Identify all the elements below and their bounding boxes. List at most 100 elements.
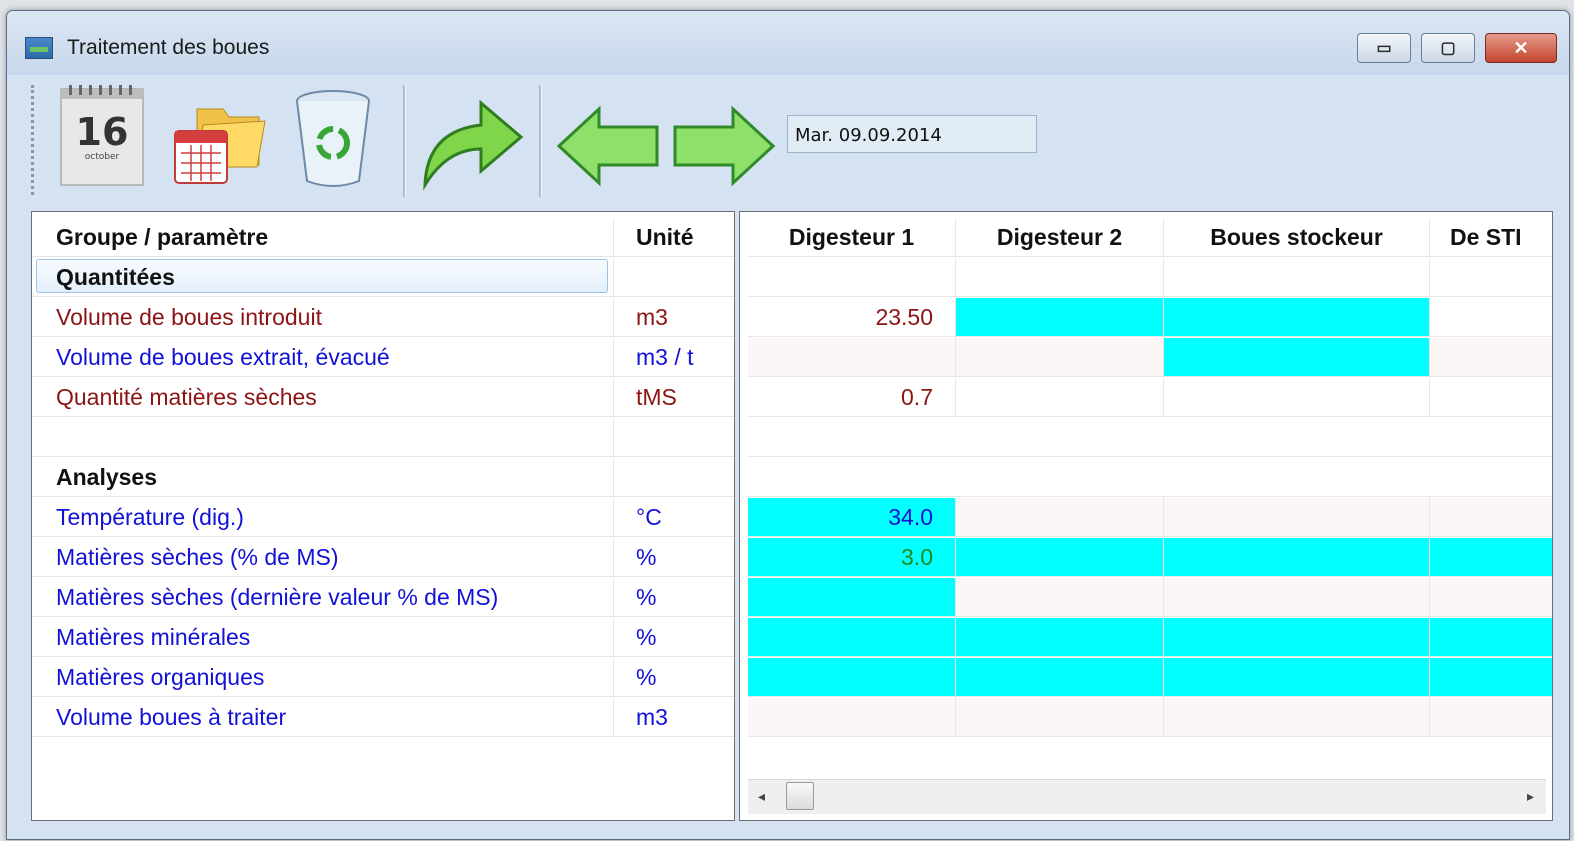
table-row[interactable]: Matières sèches (dernière valeur % de MS… [32, 578, 734, 618]
value-cell[interactable] [956, 378, 1164, 417]
value-cell[interactable] [1164, 698, 1430, 737]
forward-arrow-icon [423, 99, 524, 191]
param-label: Température (dig.) [32, 498, 614, 537]
group-unit [614, 258, 734, 297]
calendar-day: 16 [76, 110, 129, 154]
value-cell [748, 458, 956, 497]
param-label: Volume boues à traiter [32, 698, 614, 737]
open-folder-calendar-icon [174, 108, 266, 184]
value-cell[interactable] [1430, 578, 1552, 617]
table-row[interactable]: Matières sèches (% de MS) % [32, 538, 734, 578]
values-row [740, 658, 1552, 698]
value-cell[interactable] [1430, 698, 1552, 737]
table-row[interactable]: Volume boues à traiter m3 [32, 698, 734, 738]
table-row[interactable]: Volume de boues extrait, évacué m3 / t [32, 338, 734, 378]
value-cell [956, 458, 1164, 497]
calendar-button[interactable]: 16 october [55, 83, 147, 187]
header-param[interactable]: Groupe / paramètre [32, 218, 614, 257]
param-label: Volume de boues introduit [32, 298, 614, 337]
value-cell[interactable] [1164, 538, 1430, 577]
value-cell[interactable] [748, 618, 956, 657]
value-cell[interactable]: 23.50 [748, 298, 956, 337]
group-label: Quantitées [32, 258, 614, 297]
column-header-digesteur-2[interactable]: Digesteur 2 [956, 218, 1164, 257]
table-row[interactable]: Quantité matières sèches tMS [32, 378, 734, 418]
value-cell[interactable] [1164, 258, 1430, 297]
column-header-de-sti[interactable]: De STI [1430, 218, 1552, 257]
app-icon [25, 37, 53, 59]
value-cell[interactable] [1430, 498, 1552, 537]
header-unit[interactable]: Unité [614, 218, 734, 257]
value-cell[interactable] [1430, 618, 1552, 657]
column-header-boues-stockeur[interactable]: Boues stockeur [1164, 218, 1430, 257]
parameter-grid: Groupe / paramètre Unité Quantitées Volu… [31, 211, 735, 821]
previous-arrow-icon [556, 105, 659, 187]
toolbar-grip[interactable] [31, 85, 34, 195]
next-button[interactable] [671, 105, 776, 187]
value-cell[interactable]: 0.7 [748, 378, 956, 417]
param-unit: % [614, 658, 734, 697]
value-cell[interactable] [1164, 658, 1430, 697]
value-cell[interactable] [1164, 498, 1430, 537]
value-cell[interactable] [748, 258, 956, 297]
value-cell[interactable] [1430, 378, 1552, 417]
close-button[interactable]: ✕ [1485, 33, 1557, 63]
previous-button[interactable] [556, 105, 661, 187]
table-row[interactable]: Matières organiques % [32, 658, 734, 698]
open-button[interactable] [167, 91, 267, 191]
param-unit: m3 [614, 298, 734, 337]
delete-button[interactable] [291, 87, 375, 191]
value-cell[interactable] [1164, 578, 1430, 617]
maximize-button[interactable]: ▢ [1421, 33, 1475, 63]
minimize-button[interactable]: ▭ [1357, 33, 1411, 63]
value-cell[interactable] [1430, 258, 1552, 297]
group-row-analyses[interactable]: Analyses [32, 458, 734, 498]
toolbar-separator-2 [539, 85, 542, 197]
horizontal-scrollbar[interactable]: ◂ ▸ [748, 779, 1546, 814]
title-bar: Traitement des boues ▭ ▢ ✕ [7, 11, 1569, 75]
value-cell[interactable] [956, 698, 1164, 737]
value-cell[interactable] [1164, 378, 1430, 417]
value-cell[interactable] [956, 658, 1164, 697]
date-field[interactable]: Mar. 09.09.2014 [787, 115, 1037, 153]
value-cell[interactable] [1164, 338, 1430, 377]
value-cell[interactable] [748, 338, 956, 377]
value-cell[interactable] [956, 338, 1164, 377]
table-row[interactable]: Température (dig.) °C [32, 498, 734, 538]
value-cell[interactable] [748, 658, 956, 697]
forward-button[interactable] [417, 91, 527, 191]
values-row [740, 698, 1552, 738]
group-row-quantitees[interactable]: Quantitées [32, 258, 734, 298]
value-cell[interactable] [956, 258, 1164, 297]
value-cell[interactable] [956, 618, 1164, 657]
scroll-right-icon[interactable]: ▸ [1527, 788, 1534, 805]
values-header: Digesteur 1 Digesteur 2 Boues stockeur D… [740, 218, 1552, 258]
value-cell[interactable] [1430, 658, 1552, 697]
group-unit [614, 458, 734, 497]
value-cell [1164, 418, 1430, 457]
value-cell[interactable] [956, 298, 1164, 337]
value-cell[interactable] [1430, 338, 1552, 377]
param-unit: °C [614, 498, 734, 537]
value-cell[interactable] [956, 538, 1164, 577]
toolbar-separator [403, 85, 406, 197]
window-title: Traitement des boues [67, 36, 270, 59]
value-cell[interactable]: 3.0 [748, 538, 956, 577]
scroll-thumb[interactable] [786, 782, 814, 810]
value-cell[interactable] [956, 578, 1164, 617]
param-label: Matières minérales [32, 618, 614, 657]
table-row[interactable]: Matières minérales % [32, 618, 734, 658]
table-row[interactable]: Volume de boues introduit m3 [32, 298, 734, 338]
value-cell[interactable] [748, 578, 956, 617]
scroll-left-icon[interactable]: ◂ [758, 788, 765, 805]
next-arrow-icon [673, 105, 776, 187]
column-header-digesteur-1[interactable]: Digesteur 1 [748, 218, 956, 257]
blank-row [32, 418, 734, 458]
value-cell[interactable]: 34.0 [748, 498, 956, 537]
value-cell[interactable] [748, 698, 956, 737]
value-cell[interactable] [1164, 618, 1430, 657]
value-cell[interactable] [1164, 298, 1430, 337]
value-cell[interactable] [1430, 298, 1552, 337]
value-cell[interactable] [956, 498, 1164, 537]
value-cell[interactable] [1430, 538, 1552, 577]
